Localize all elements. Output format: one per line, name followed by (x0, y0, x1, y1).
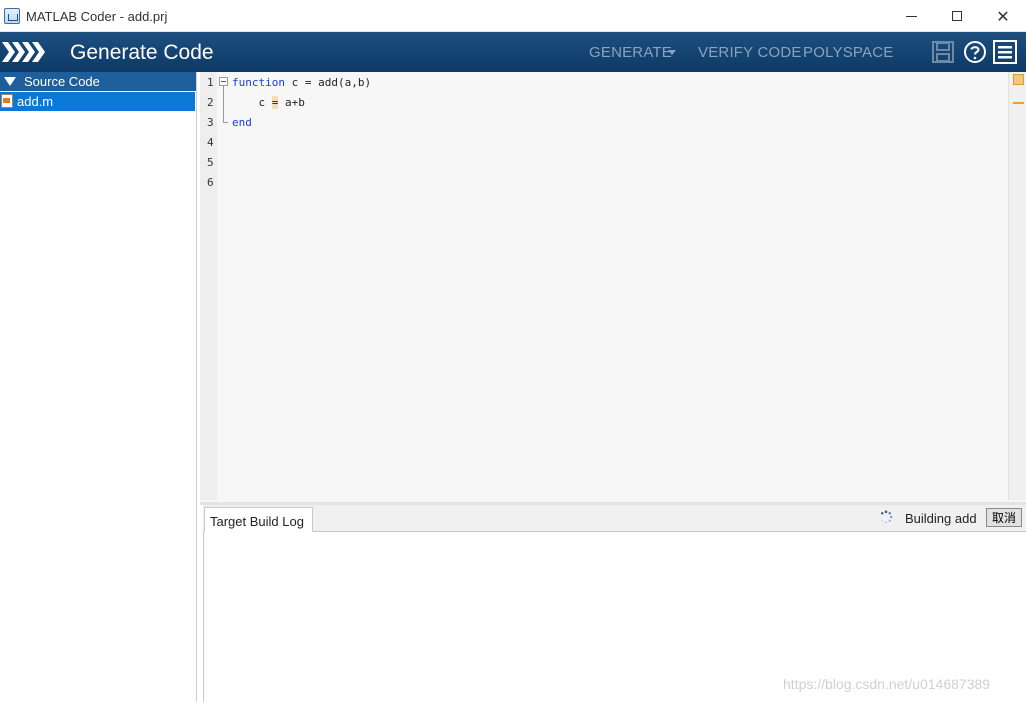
analyzer-status-icon[interactable] (1013, 74, 1024, 85)
maximize-button[interactable] (934, 0, 980, 32)
polyspace-menu[interactable]: POLYSPACE (803, 44, 893, 61)
analyzer-warning-marker[interactable] (1013, 102, 1024, 104)
caret-down-icon[interactable] (4, 77, 16, 86)
code-line[interactable]: function c = add(a,b) (232, 76, 371, 89)
code-line[interactable]: end (232, 116, 252, 129)
code-text: c = add(a,b) (284, 76, 372, 89)
minimize-button[interactable] (888, 0, 934, 32)
matlab-coder-app-icon (4, 8, 20, 24)
code-editor[interactable]: 1 2 3 4 5 6 function c = add(a,b) c = a+… (200, 72, 1026, 502)
code-line[interactable]: c = a+b (232, 96, 305, 109)
menu-icon[interactable] (993, 40, 1017, 64)
line-number: 4 (207, 136, 214, 149)
line-number: 3 (207, 116, 214, 129)
coder-header: Generate Code GENERATE VERIFY CODE POLYS… (0, 32, 1026, 72)
close-icon: ✕ (996, 6, 1010, 26)
save-icon[interactable] (931, 40, 955, 64)
line-number: 1 (207, 76, 214, 89)
loading-spinner-icon (880, 510, 893, 524)
matlab-file-icon (1, 94, 13, 108)
file-label: add.m (17, 94, 54, 109)
page-title: Generate Code (70, 41, 214, 64)
fold-toggle-icon[interactable] (219, 77, 228, 86)
line-number: 5 (207, 156, 214, 169)
maximize-icon (952, 11, 962, 21)
tab-target-build-log[interactable]: Target Build Log (204, 507, 313, 532)
line-number-gutter: 1 2 3 4 5 6 (200, 72, 217, 500)
minimize-icon (905, 15, 917, 17)
window-title: MATLAB Coder - add.prj (26, 9, 168, 24)
window-titlebar: MATLAB Coder - add.prj ✕ (0, 0, 1026, 32)
code-text: a+b (278, 96, 305, 109)
file-item-add-m[interactable]: add.m (0, 92, 195, 111)
watermark-text: https://blog.csdn.net/u014687389 (783, 676, 991, 692)
build-status-text: Building add (905, 511, 977, 526)
fold-guide (223, 86, 224, 122)
generate-menu[interactable]: GENERATE (589, 44, 672, 61)
code-keyword: end (232, 116, 252, 129)
code-keyword: function (232, 76, 285, 89)
line-number: 2 (207, 96, 214, 109)
editor-scrollbar[interactable] (1008, 72, 1026, 500)
code-text: c (232, 96, 272, 109)
build-log-panel: Target Build Log Building add 取消 (203, 505, 1026, 702)
help-icon[interactable] (963, 40, 987, 64)
cancel-button[interactable]: 取消 (986, 508, 1022, 527)
workflow-chevrons-icon (2, 42, 45, 62)
source-code-panel: Source Code add.m (0, 72, 197, 702)
line-number: 6 (207, 176, 214, 189)
source-code-section-header[interactable]: Source Code (0, 72, 196, 91)
section-title: Source Code (24, 74, 100, 89)
close-button[interactable]: ✕ (980, 0, 1026, 32)
chevron-down-icon[interactable] (668, 50, 676, 55)
fold-guide-end (223, 122, 228, 123)
verify-code-menu[interactable]: VERIFY CODE (698, 44, 802, 61)
